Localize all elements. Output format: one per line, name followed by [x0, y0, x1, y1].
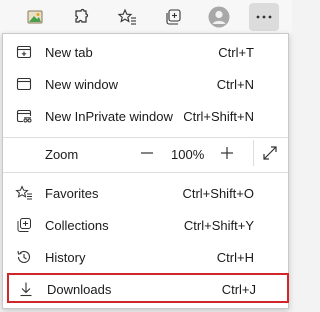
settings-menu: New tab Ctrl+T New window Ctrl+N New InP…	[2, 33, 289, 309]
favorites-icon	[15, 184, 33, 202]
plus-icon	[221, 147, 233, 159]
collections-label: Collections	[45, 218, 109, 233]
collections-icon	[15, 216, 33, 234]
menu-item-new-window[interactable]: New window Ctrl+N	[3, 68, 288, 100]
menu-item-favorites[interactable]: Favorites Ctrl+Shift+O	[3, 177, 288, 209]
new-window-icon	[15, 75, 33, 93]
image-icon	[27, 10, 43, 24]
favorites-button[interactable]	[113, 3, 141, 31]
zoom-out-button[interactable]	[133, 139, 161, 167]
menu-item-collections[interactable]: Collections Ctrl+Shift+Y	[3, 209, 288, 241]
menu-item-new-inprivate-window[interactable]: New InPrivate window Ctrl+Shift+N	[3, 100, 288, 132]
new-inprivate-shortcut: Ctrl+Shift+N	[183, 109, 254, 124]
new-tab-icon	[15, 43, 33, 61]
more-icon	[256, 15, 272, 19]
minus-icon	[141, 152, 153, 154]
zoom-separator	[253, 140, 254, 166]
image-button[interactable]	[21, 3, 49, 31]
extensions-icon	[75, 8, 89, 23]
new-window-shortcut: Ctrl+N	[216, 77, 254, 92]
new-window-label: New window	[45, 77, 118, 92]
more-button[interactable]	[249, 3, 279, 31]
collections-shortcut: Ctrl+Shift+Y	[183, 218, 254, 233]
download-icon	[17, 280, 35, 298]
menu-item-new-tab[interactable]: New tab Ctrl+T	[3, 36, 288, 68]
zoom-in-button[interactable]	[213, 139, 241, 167]
favorites-shortcut: Ctrl+Shift+O	[182, 186, 254, 201]
zoom-value: 100%	[171, 147, 205, 162]
history-shortcut: Ctrl+H	[216, 250, 254, 265]
browser-toolbar	[0, 0, 292, 34]
fullscreen-button[interactable]	[256, 139, 284, 167]
new-tab-label: New tab	[45, 45, 93, 60]
collections-icon	[166, 9, 181, 25]
collections-button[interactable]	[159, 3, 187, 31]
zoom-label: Zoom	[45, 147, 79, 162]
profile-button[interactable]	[205, 3, 233, 31]
history-label: History	[45, 250, 86, 265]
profile-icon	[208, 6, 230, 28]
downloads-shortcut: Ctrl+J	[221, 282, 256, 297]
inprivate-icon	[15, 107, 33, 125]
menu-item-history[interactable]: History Ctrl+H	[3, 241, 288, 273]
new-tab-shortcut: Ctrl+T	[218, 45, 254, 60]
history-icon	[15, 248, 33, 266]
menu-item-downloads[interactable]: Downloads Ctrl+J	[7, 273, 289, 303]
favorites-icon	[117, 8, 136, 25]
downloads-label: Downloads	[47, 282, 112, 297]
extensions-button[interactable]	[67, 3, 95, 31]
menu-divider	[3, 137, 288, 138]
favorites-label: Favorites	[45, 186, 99, 201]
menu-divider	[3, 172, 288, 173]
new-inprivate-label: New InPrivate window	[45, 109, 173, 124]
fullscreen-icon	[263, 146, 277, 160]
